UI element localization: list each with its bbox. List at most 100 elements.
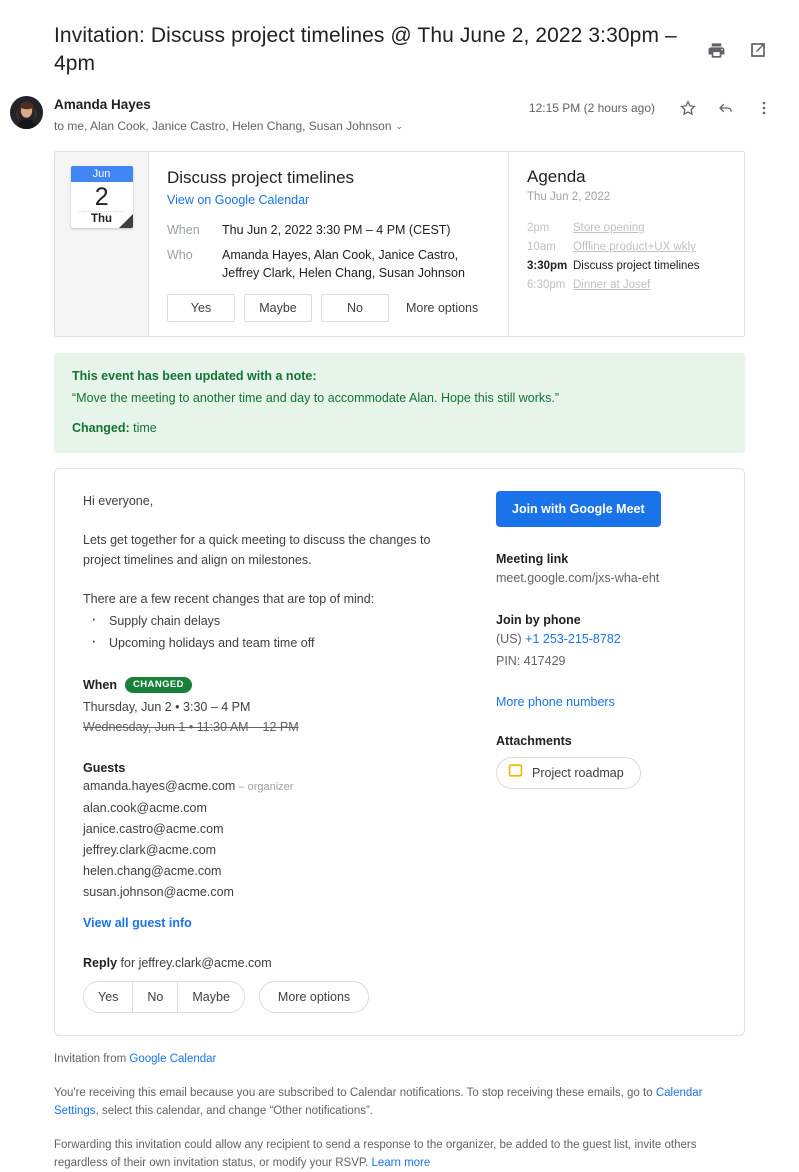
google-calendar-link[interactable]: Google Calendar — [129, 1053, 216, 1065]
rsvp-maybe-button[interactable]: Maybe — [244, 294, 312, 322]
sender-row: Amanda Hayes to me, Alan Cook, Janice Ca… — [0, 86, 799, 135]
guest-email: helen.chang@acme.com — [83, 864, 222, 878]
when-section-label: When — [83, 678, 118, 692]
guest-entry: susan.johnson@acme.com — [83, 883, 462, 902]
view-on-google-calendar-link[interactable]: View on Google Calendar — [167, 191, 492, 209]
agenda-item[interactable]: 2pm Store opening — [527, 219, 728, 238]
notification-notice: You're receiving this email because you … — [54, 1084, 745, 1120]
when-new-datetime: Thursday, Jun 2 • 3:30 – 4 PM — [83, 700, 251, 714]
agenda-item-time: 3:30pm — [527, 260, 568, 272]
reply-label: Reply — [83, 956, 118, 970]
agenda-title: Agenda — [527, 167, 586, 186]
guest-role: – organizer — [235, 781, 294, 793]
event-details: Discuss project timelines View on Google… — [149, 152, 508, 336]
slides-file-icon — [508, 763, 523, 783]
guest-email: amanda.hayes@acme.com — [83, 779, 236, 793]
join-with-google-meet-button[interactable]: Join with Google Meet — [496, 491, 661, 527]
message-actions: 12:15 PM (2 hours ago) — [529, 92, 775, 119]
agenda-item-time: 10am — [527, 241, 556, 253]
guest-email: jeffrey.clark@acme.com — [83, 843, 217, 857]
guest-email: susan.johnson@acme.com — [83, 885, 234, 899]
meeting-link-value[interactable]: meet.google.com/jxs-wha-eht — [496, 568, 720, 588]
agenda-item[interactable]: 6:30pm Dinner at Josef — [527, 276, 728, 295]
rsvp-no-button[interactable]: No — [321, 294, 389, 322]
learn-more-link[interactable]: Learn more — [371, 1157, 430, 1169]
calendar-fold-corner — [118, 214, 133, 228]
agenda-list: 2pm Store opening 10am Offline product+U… — [527, 219, 728, 295]
sender-name: Amanda Hayes — [54, 97, 151, 112]
event-rsvp-buttons: Yes Maybe No More options — [167, 294, 492, 322]
list-item: Supply chain delays — [83, 608, 462, 632]
when-label: When — [167, 223, 200, 237]
body-rsvp-yes-button[interactable]: Yes — [84, 982, 134, 1012]
calendar-date-icon: Jun 2 Thu — [70, 166, 133, 228]
sender-info: Amanda Hayes to me, Alan Cook, Janice Ca… — [43, 92, 529, 135]
avatar[interactable] — [10, 96, 43, 129]
guest-entry: helen.chang@acme.com — [83, 862, 462, 881]
guest-entry: janice.castro@acme.com — [83, 820, 462, 839]
more-phone-numbers-link[interactable]: More phone numbers — [496, 695, 720, 709]
agenda-date: Thu Jun 2, 2022 — [527, 191, 611, 203]
agenda-item[interactable]: 10am Offline product+UX wkly — [527, 238, 728, 257]
calendar-icon-panel: Jun 2 Thu — [55, 152, 149, 336]
event-more-options-link[interactable]: More options — [406, 301, 478, 315]
star-icon[interactable] — [677, 97, 699, 119]
join-by-phone-label: Join by phone — [496, 613, 581, 627]
timestamp: 12:15 PM (2 hours ago) — [528, 101, 655, 115]
calendar-day: 2 — [94, 183, 109, 211]
more-vert-icon[interactable] — [753, 97, 775, 119]
sender-recipients[interactable]: to me, Alan Cook, Janice Castro, Helen C… — [54, 114, 529, 135]
guest-entry: jeffrey.clark@acme.com — [83, 841, 462, 860]
event-title: Discuss project timelines — [167, 168, 355, 187]
email-footer: Invitation from Google Calendar You're r… — [0, 1036, 799, 1172]
notice-text-2: , select this calendar, and change “Othe… — [95, 1105, 373, 1117]
attachment-name: Project roadmap — [532, 766, 624, 780]
open-in-new-icon[interactable] — [747, 39, 769, 61]
body-rsvp-row: Yes No Maybe More options — [83, 981, 462, 1013]
phone-pin: PIN: 417429 — [496, 654, 566, 668]
event-fields: When Thu Jun 2, 2022 3:30 PM – 4 PM (CES… — [167, 221, 492, 282]
when-old-datetime: Wednesday, Jun 1 • 11:30 AM – 12 PM — [83, 720, 299, 734]
body-rsvp-no-button[interactable]: No — [133, 982, 179, 1012]
agenda-item-name[interactable]: Store opening — [573, 219, 645, 238]
guest-email: alan.cook@acme.com — [83, 801, 207, 815]
email-header: Invitation: Discuss project timelines @ … — [0, 0, 799, 86]
view-all-guest-info-link[interactable]: View all guest info — [83, 916, 462, 930]
phone-country: (US) — [496, 632, 526, 646]
rsvp-segmented-group: Yes No Maybe — [83, 981, 245, 1013]
recipients-text: to me, Alan Cook, Janice Castro, Helen C… — [54, 119, 392, 133]
when-section-header: When CHANGED — [83, 677, 462, 693]
notice-text-1: You're receiving this email because you … — [54, 1087, 656, 1099]
event-card: Jun 2 Thu Discuss project timelines View… — [54, 151, 745, 337]
who-value: Amanda Hayes, Alan Cook, Janice Castro, … — [222, 248, 465, 280]
body-rsvp-maybe-button[interactable]: Maybe — [178, 982, 244, 1012]
chevron-down-icon[interactable]: ⌄ — [396, 121, 404, 131]
email-body-main: Hi everyone, Lets get together for a qui… — [55, 491, 486, 1013]
guest-email: janice.castro@acme.com — [83, 822, 224, 836]
print-icon[interactable] — [705, 39, 727, 61]
agenda-item-name[interactable]: Dinner at Josef — [573, 276, 650, 295]
agenda-item-name: Discuss project timelines — [573, 260, 700, 272]
rsvp-yes-button[interactable]: Yes — [167, 294, 235, 322]
agenda-item-time: 6:30pm — [527, 279, 566, 291]
attachments-label: Attachments — [496, 734, 572, 748]
calendar-month: Jun — [70, 166, 133, 182]
attachment-chip[interactable]: Project roadmap — [496, 757, 641, 789]
changes-bullet-list: Supply chain delays Upcoming holidays an… — [83, 608, 462, 654]
when-value: Thu Jun 2, 2022 3:30 PM – 4 PM (CEST) — [222, 223, 451, 237]
event-field-when: When Thu Jun 2, 2022 3:30 PM – 4 PM (CES… — [167, 221, 492, 239]
status-badge: CHANGED — [125, 677, 192, 693]
agenda-item-name[interactable]: Offline product+UX wkly — [573, 238, 696, 257]
body-more-options-button[interactable]: More options — [258, 981, 370, 1013]
reply-icon[interactable] — [715, 97, 737, 119]
invitation-from-text: Invitation from — [54, 1053, 130, 1065]
banner-changed-label: Changed: — [72, 421, 130, 435]
meet-sidebar: Join with Google Meet Meeting link meet.… — [486, 491, 744, 1013]
banner-changed-value: time — [129, 421, 157, 435]
agenda-item-time: 2pm — [527, 222, 550, 234]
guest-entry: alan.cook@acme.com — [83, 799, 462, 818]
event-updated-banner: This event has been updated with a note:… — [54, 353, 745, 453]
list-item: Upcoming holidays and team time off — [83, 630, 462, 654]
banner-changed: Changed: time — [72, 419, 727, 437]
phone-number-link[interactable]: +1 253-215-8782 — [525, 632, 621, 646]
